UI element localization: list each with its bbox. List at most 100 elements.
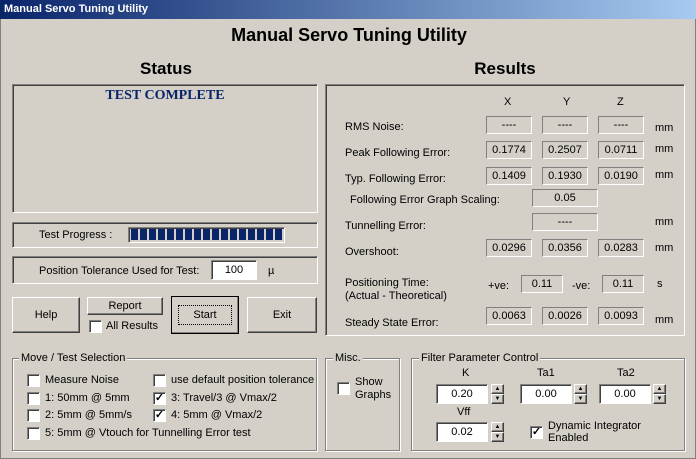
start-button[interactable]: Start: [171, 296, 239, 334]
progress-segment: [248, 229, 255, 240]
status-heading: Status: [140, 59, 192, 78]
tolerance-input[interactable]: 100: [211, 260, 257, 280]
help-button[interactable]: Help: [12, 297, 80, 333]
move-3-checkbox[interactable]: ✓: [153, 392, 166, 405]
steady-z: 0.0093: [598, 307, 644, 325]
client-area: Manual Servo Tuning Utility Status TEST …: [0, 19, 696, 459]
vff-label: Vff: [457, 406, 471, 418]
progress-segment: [158, 229, 165, 240]
vff-spinner[interactable]: ▲ ▼: [491, 422, 504, 442]
tunnelling-label: Tunnelling Error:: [345, 220, 426, 232]
show-graphs-checkbox[interactable]: [337, 382, 350, 395]
tolerance-panel: Position Tolerance Used for Test: 100 µ: [12, 256, 318, 284]
overshoot-unit: mm: [655, 242, 674, 254]
move-2-label: 2: 5mm @ 5mm/s: [45, 409, 132, 421]
overshoot-y: 0.0356: [542, 239, 588, 257]
progress-panel: Test Progress :: [12, 222, 318, 248]
overshoot-label: Overshoot:: [345, 246, 399, 258]
progress-segment: [239, 229, 246, 240]
vff-up-arrow-icon[interactable]: ▲: [491, 422, 504, 432]
title-bar: Manual Servo Tuning Utility: [0, 0, 696, 19]
progress-segment: [230, 229, 237, 240]
progress-segment: [194, 229, 201, 240]
progress-segment: [212, 229, 219, 240]
rms-noise-z: ----: [598, 116, 644, 134]
vff-down-arrow-icon[interactable]: ▼: [491, 432, 504, 442]
positioning-neg-label: -ve:: [572, 280, 591, 292]
col-x-header: X: [504, 96, 512, 108]
filter-title: Filter Parameter Control: [419, 352, 541, 364]
peak-error-label: Peak Following Error:: [345, 147, 451, 159]
tunnelling-value: ----: [532, 213, 598, 231]
tolerance-unit: µ: [268, 265, 275, 277]
progress-segment: [221, 229, 228, 240]
dynamic-integrator-checkbox[interactable]: ✓: [530, 426, 543, 439]
rms-noise-label: RMS Noise:: [345, 121, 404, 133]
rms-noise-unit: mm: [655, 122, 674, 134]
steady-x: 0.0063: [486, 307, 532, 325]
progress-segment: [185, 229, 192, 240]
progress-segment: [176, 229, 183, 240]
rms-noise-y: ----: [542, 116, 588, 134]
progress-segment: [275, 229, 282, 240]
positioning-label: Positioning Time:: [345, 277, 429, 289]
move-2-checkbox[interactable]: [27, 409, 40, 422]
scaling-label: Following Error Graph Scaling:: [350, 194, 500, 206]
ta1-input[interactable]: 0.00: [520, 384, 572, 404]
typ-error-y: 0.1930: [542, 167, 588, 185]
progress-segment: [131, 229, 138, 240]
show-graphs-label-2: Graphs: [355, 389, 392, 401]
peak-error-unit: mm: [655, 143, 674, 155]
k-spinner[interactable]: ▲ ▼: [491, 384, 504, 404]
move-4-checkbox[interactable]: ✓: [153, 409, 166, 422]
progress-segment: [266, 229, 273, 240]
positioning-pos-value: 0.11: [521, 275, 563, 293]
steady-unit: mm: [655, 314, 674, 326]
status-message: TEST COMPLETE: [105, 88, 225, 103]
typ-error-x: 0.1409: [486, 167, 532, 185]
tolerance-label: Position Tolerance Used for Test:: [39, 265, 200, 277]
progress-segment: [257, 229, 264, 240]
k-down-arrow-icon[interactable]: ▼: [491, 394, 504, 404]
progress-segment: [167, 229, 174, 240]
typ-error-label: Typ. Following Error:: [345, 173, 446, 185]
exit-button[interactable]: Exit: [247, 297, 317, 333]
status-panel: TEST COMPLETE: [12, 84, 318, 213]
progress-segment: [140, 229, 147, 240]
progress-segment: [203, 229, 210, 240]
all-results-checkbox[interactable]: [89, 320, 102, 333]
dynamic-integrator-label-2: Enabled: [548, 432, 589, 444]
results-panel: X Y Z RMS Noise: ---- ---- ---- mm Peak …: [325, 84, 685, 336]
ta2-down-arrow-icon[interactable]: ▼: [653, 394, 666, 404]
k-label: K: [462, 367, 470, 379]
default-tolerance-checkbox[interactable]: [153, 374, 166, 387]
measure-noise-label: Measure Noise: [45, 374, 119, 386]
ta2-input[interactable]: 0.00: [599, 384, 651, 404]
k-up-arrow-icon[interactable]: ▲: [491, 384, 504, 394]
ta2-spinner[interactable]: ▲ ▼: [653, 384, 666, 404]
app-title: Manual Servo Tuning Utility: [231, 25, 467, 45]
progress-segment: [149, 229, 156, 240]
overshoot-x: 0.0296: [486, 239, 532, 257]
peak-error-z: 0.0711: [598, 141, 644, 159]
dynamic-integrator-label: Dynamic Integrator: [548, 420, 641, 432]
ta1-spinner[interactable]: ▲ ▼: [574, 384, 587, 404]
typ-error-z: 0.0190: [598, 167, 644, 185]
ta2-up-arrow-icon[interactable]: ▲: [653, 384, 666, 394]
measure-noise-checkbox[interactable]: [27, 374, 40, 387]
move-1-label: 1: 50mm @ 5mm: [45, 392, 130, 404]
move-5-checkbox[interactable]: [27, 427, 40, 440]
k-input[interactable]: 0.20: [436, 384, 488, 404]
progress-fill: [131, 229, 282, 243]
peak-error-x: 0.1774: [486, 141, 532, 159]
ta1-up-arrow-icon[interactable]: ▲: [574, 384, 587, 394]
report-button[interactable]: Report: [87, 297, 163, 315]
positioning-neg-value: 0.11: [602, 275, 644, 293]
move-1-checkbox[interactable]: [27, 392, 40, 405]
scaling-value: 0.05: [532, 189, 598, 207]
ta1-down-arrow-icon[interactable]: ▼: [574, 394, 587, 404]
show-graphs-label: Show: [355, 376, 383, 388]
tunnelling-unit: mm: [655, 216, 674, 228]
col-y-header: Y: [563, 96, 571, 108]
vff-input[interactable]: 0.02: [436, 422, 488, 442]
